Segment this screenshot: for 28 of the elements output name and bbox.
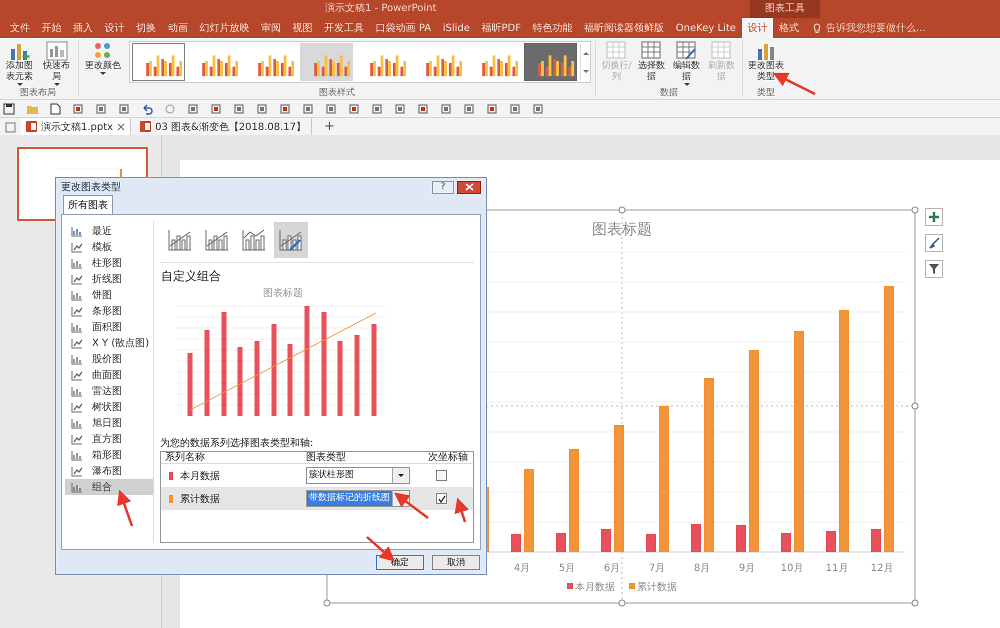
axis-label: 10月 <box>780 563 804 574</box>
axis-label: 11月 <box>826 563 848 574</box>
series-prompt: 为您的数据系列选择图表类型和轴: <box>160 436 314 450</box>
window-title: 演示文稿1 - PowerPoint <box>325 2 436 16</box>
axis-label: 12月 <box>870 563 894 574</box>
legend-label: 累计数据 <box>637 582 677 593</box>
axis-label: 7月 <box>648 563 666 574</box>
axis-label: 4月 <box>514 563 530 574</box>
column-header: 系列名称 <box>164 452 206 463</box>
series-name: 累计数据 <box>180 492 221 506</box>
axis-label: 5月 <box>558 563 576 574</box>
axis-label: 6月 <box>604 563 620 574</box>
axis-label: 9月 <box>738 563 756 574</box>
group-label: 类型 <box>756 87 776 99</box>
subtype-title: 自定义组合 <box>161 268 222 285</box>
group-label: 数据 <box>659 87 679 99</box>
legend-label: 本月数据 <box>575 582 615 593</box>
document-tab-label: 演示文稿1.pptx <box>41 120 114 134</box>
series-name: 本月数据 <box>180 470 221 482</box>
group-label: 图表布局 <box>19 87 57 99</box>
context-tab-header: 图表工具 <box>750 0 820 18</box>
column-header: 图表类型 <box>306 452 347 463</box>
document-tab-label: 03 图表&渐变色【2018.08.17】 <box>155 120 306 134</box>
column-header: 次坐标轴 <box>428 452 468 463</box>
axis-label: 8月 <box>694 563 710 574</box>
dialog-title: 更改图表类型 <box>61 180 122 194</box>
group-label: 图表样式 <box>318 87 356 99</box>
preview-chart-title: 图表标题 <box>263 288 303 299</box>
